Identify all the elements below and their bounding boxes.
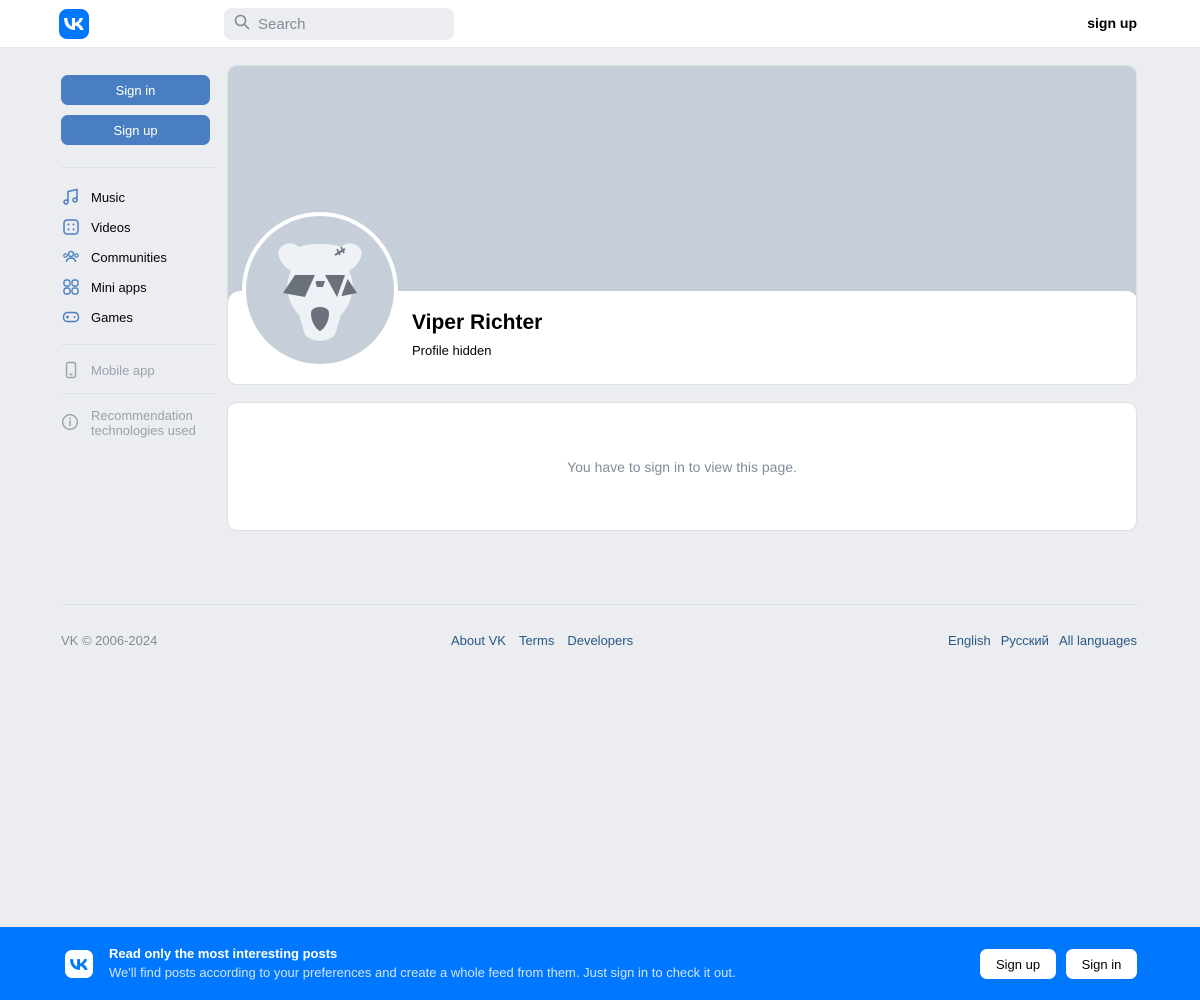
signup-banner: Read only the most interesting posts We'… <box>0 927 1200 1000</box>
sidebar-item-communities[interactable]: Communities <box>61 245 167 269</box>
sidebar-item-label: Mini apps <box>91 279 147 295</box>
sidebar-item-label: Music <box>91 189 125 205</box>
vk-logo-icon <box>65 950 93 978</box>
banner-subtitle: We'll find posts according to your prefe… <box>109 965 736 980</box>
sidebar-item-label: Games <box>91 309 133 325</box>
search-box[interactable] <box>224 8 454 40</box>
signin-button[interactable]: Sign in <box>61 75 210 105</box>
header-signup-link[interactable]: sign up <box>1087 15 1137 31</box>
banner-signin-button[interactable]: Sign in <box>1066 949 1137 979</box>
footer-link-about[interactable]: About VK <box>451 633 506 648</box>
language-english[interactable]: English <box>948 633 991 648</box>
footer-links: About VK Terms Developers <box>451 633 633 648</box>
locked-content-card: You have to sign in to view this page. <box>227 402 1137 531</box>
sidebar-item-label: Mobile app <box>91 362 155 378</box>
recommendation-line-1: Recommendation <box>91 408 193 423</box>
sidebar-item-label: Communities <box>91 249 167 265</box>
banner-signup-button[interactable]: Sign up <box>980 949 1056 979</box>
sidebar-item-recommendation[interactable]: Recommendation technologies used <box>61 408 196 438</box>
phone-icon <box>61 360 81 380</box>
grid-icon <box>61 277 81 297</box>
vk-logo-icon[interactable] <box>59 9 89 39</box>
avatar[interactable] <box>242 212 398 368</box>
signup-button[interactable]: Sign up <box>61 115 210 145</box>
language-russian[interactable]: Русский <box>1001 633 1049 648</box>
search-icon <box>234 14 250 35</box>
deactivated-dog-avatar-icon <box>246 216 394 364</box>
footer-link-terms[interactable]: Terms <box>519 633 554 648</box>
profile-name: Viper Richter <box>412 311 543 334</box>
info-icon <box>61 413 81 433</box>
music-note-icon <box>61 187 81 207</box>
gamepad-icon <box>61 307 81 327</box>
sidebar-item-videos[interactable]: Videos <box>61 215 131 239</box>
sidebar-item-label: Videos <box>91 219 131 235</box>
sidebar-item-games[interactable]: Games <box>61 305 133 329</box>
banner-title: Read only the most interesting posts <box>109 946 338 961</box>
recommendation-line-2: technologies used <box>91 423 196 438</box>
sidebar-item-music[interactable]: Music <box>61 185 125 209</box>
footer-divider <box>61 604 1137 605</box>
footer-link-developers[interactable]: Developers <box>567 633 633 648</box>
top-header: sign up <box>0 0 1200 48</box>
footer-copyright: VK © 2006-2024 <box>61 633 158 648</box>
language-all[interactable]: All languages <box>1059 633 1137 648</box>
footer-languages: English Русский All languages <box>948 633 1137 648</box>
profile-status: Profile hidden <box>412 343 492 358</box>
video-icon <box>61 217 81 237</box>
people-icon <box>61 247 81 267</box>
sidebar-divider <box>61 167 216 168</box>
search-input[interactable] <box>258 15 438 33</box>
sidebar-divider <box>61 393 216 394</box>
locked-message: You have to sign in to view this page. <box>567 458 797 475</box>
sidebar-divider <box>61 344 216 345</box>
sidebar-item-mini-apps[interactable]: Mini apps <box>61 275 147 299</box>
sidebar-item-mobile-app[interactable]: Mobile app <box>61 358 155 382</box>
